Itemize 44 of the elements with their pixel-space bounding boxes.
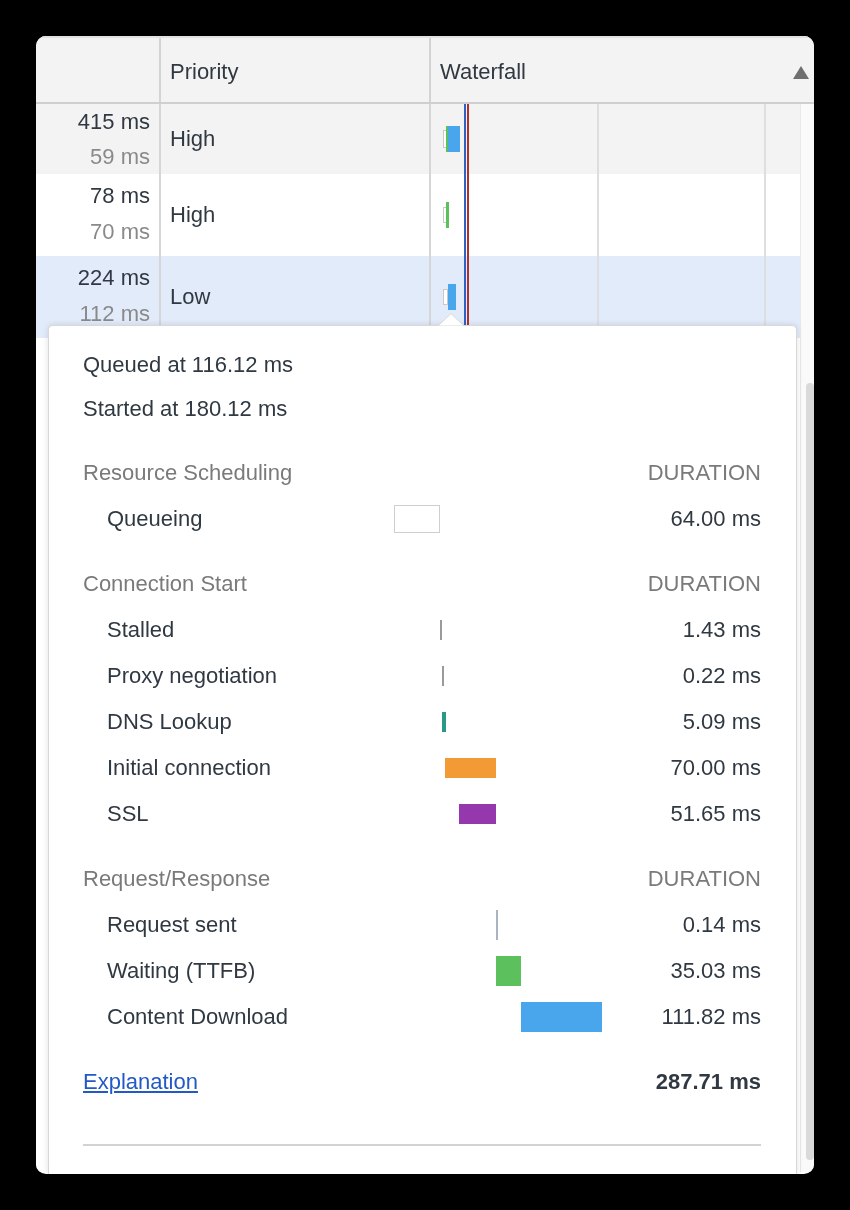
phase-duration: 0.14 ms	[681, 911, 761, 939]
phase-label: Proxy negotiation	[106, 662, 278, 690]
explanation-link[interactable]: Explanation	[83, 1068, 198, 1096]
waiting-bar	[446, 202, 449, 228]
priority-value: Low	[170, 283, 211, 311]
phase-duration: 5.09 ms	[681, 708, 761, 736]
started-time-text: Started at 180.12 ms	[83, 395, 289, 423]
time-value: 224 ms	[77, 264, 150, 292]
priority-value: High	[170, 125, 216, 153]
phase-duration: 64.00 ms	[669, 505, 761, 533]
phase-label: Stalled	[106, 616, 176, 644]
time-value: 78 ms	[90, 182, 150, 210]
priority-value: High	[170, 201, 216, 229]
latency-value: 70 ms	[90, 218, 150, 246]
latency-value: 59 ms	[90, 143, 150, 171]
column-header[interactable]: Waterfall	[431, 38, 814, 102]
download-bar	[448, 284, 456, 310]
phase-label: Queueing	[106, 505, 204, 533]
phase-label: Initial connection	[106, 754, 272, 782]
queued-time-text: Queued at 116.12 ms	[83, 351, 294, 379]
column-header[interactable]: Priority	[161, 38, 431, 102]
phase-duration: 1.43 ms	[681, 616, 761, 644]
download-bar	[448, 126, 460, 152]
phase-duration: 70.00 ms	[669, 754, 761, 782]
phase-duration: 111.82 ms	[660, 1003, 761, 1031]
phase-label: SSL	[106, 800, 150, 828]
queue-bar	[443, 289, 448, 305]
phase-duration: 35.03 ms	[669, 957, 761, 985]
phase-duration: 0.22 ms	[681, 662, 761, 690]
time-value: 415 ms	[77, 108, 150, 136]
scrollbar-thumb[interactable]	[806, 383, 814, 1160]
phase-label: DNS Lookup	[106, 708, 233, 736]
duration-header: DURATION	[647, 865, 761, 893]
phase-label: Request sent	[106, 911, 238, 939]
phase-duration: 51.65 ms	[669, 800, 761, 828]
section-title: Connection Start	[83, 570, 247, 598]
phase-label: Waiting (TTFB)	[106, 957, 257, 985]
total-duration: 287.71 ms	[655, 1068, 761, 1096]
section-title: Request/Response	[83, 865, 271, 893]
duration-header: DURATION	[647, 570, 761, 598]
section-title: Resource Scheduling	[83, 459, 293, 487]
latency-value: 112 ms	[79, 300, 150, 328]
phase-label: Content Download	[106, 1003, 289, 1031]
duration-header: DURATION	[647, 459, 761, 487]
